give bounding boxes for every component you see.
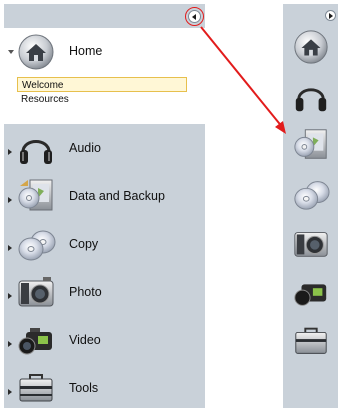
- collapsed-arrow-icon[interactable]: [8, 341, 12, 347]
- category-data-backup[interactable]: Data and Backup: [4, 172, 205, 220]
- copy-discs-icon[interactable]: [292, 175, 330, 213]
- subitem-welcome[interactable]: Welcome: [17, 77, 187, 92]
- expand-panel-button[interactable]: [325, 10, 336, 21]
- panel-header: [4, 4, 205, 28]
- data-backup-icon[interactable]: [292, 126, 330, 164]
- category-label-video: Video: [69, 333, 101, 347]
- toolbox-icon[interactable]: [292, 322, 330, 360]
- collapsed-arrow-icon[interactable]: [8, 149, 12, 155]
- home-section: Home Welcome Resources: [4, 28, 205, 124]
- collapsed-arrow-icon[interactable]: [8, 197, 12, 203]
- collapsed-arrow-icon[interactable]: [8, 389, 12, 395]
- camera-icon: [16, 272, 56, 312]
- subitem-resources[interactable]: Resources: [17, 92, 197, 107]
- copy-discs-icon: [16, 224, 56, 264]
- expanded-arrow-icon[interactable]: [8, 50, 14, 54]
- headphones-icon: [16, 128, 56, 168]
- home-subitems: Welcome Resources: [17, 77, 197, 107]
- collapsed-arrow-icon[interactable]: [8, 293, 12, 299]
- category-tools[interactable]: Tools: [4, 364, 205, 408]
- category-audio[interactable]: Audio: [4, 124, 205, 172]
- category-video[interactable]: Video: [4, 316, 205, 364]
- collapsed-arrow-icon[interactable]: [8, 245, 12, 251]
- category-copy[interactable]: Copy: [4, 220, 205, 268]
- category-label-photo: Photo: [69, 285, 102, 299]
- navigation-panel-collapsed: [283, 4, 338, 408]
- home-icon[interactable]: [292, 28, 330, 66]
- video-camera-icon: [16, 320, 56, 360]
- category-label-tools: Tools: [69, 381, 99, 395]
- home-icon: [16, 32, 56, 72]
- headphones-icon[interactable]: [292, 77, 330, 115]
- category-home[interactable]: Home: [4, 28, 205, 76]
- category-label-home: Home: [69, 44, 103, 58]
- category-label-copy: Copy: [69, 237, 99, 251]
- category-photo[interactable]: Photo: [4, 268, 205, 316]
- data-backup-icon: [16, 176, 56, 216]
- category-label-audio: Audio: [69, 141, 101, 155]
- video-camera-icon[interactable]: [292, 273, 330, 311]
- toolbox-icon: [16, 368, 56, 408]
- category-label-data-backup: Data and Backup: [69, 189, 165, 203]
- collapse-panel-button[interactable]: [188, 10, 201, 23]
- navigation-panel-expanded: Home Welcome Resources Audio Data and Ba…: [4, 4, 205, 408]
- camera-icon[interactable]: [292, 224, 330, 262]
